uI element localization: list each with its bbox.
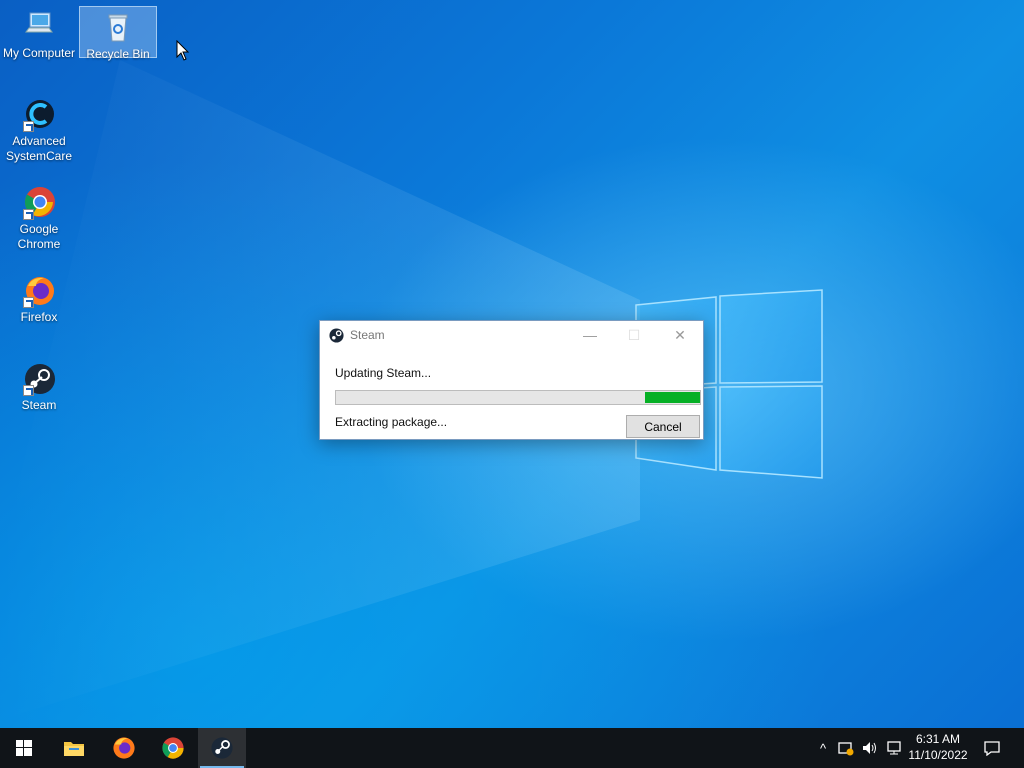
progress-fill (645, 392, 700, 403)
shortcut-arrow-icon (23, 209, 34, 220)
advanced-systemcare-icon (22, 98, 56, 132)
speaker-icon (863, 742, 876, 754)
computer-icon (22, 10, 56, 44)
volume-tray-icon[interactable] (860, 728, 880, 768)
file-explorer-icon (64, 742, 84, 756)
chrome-icon (22, 186, 56, 220)
action-center-icon (984, 741, 1000, 756)
desktop-icon-label: Steam (21, 398, 57, 412)
update-progress-bar (335, 390, 701, 405)
desktop-icon-my-computer[interactable]: My Computer (0, 6, 78, 60)
steam-icon (329, 328, 344, 348)
desktop-icon-label: Advanced SystemCare (5, 134, 73, 163)
firefox-icon (113, 737, 135, 759)
defender-icon (838, 742, 854, 756)
recycle-bin-icon (101, 11, 135, 45)
firefox-icon (22, 274, 56, 308)
network-tray-icon[interactable] (884, 728, 904, 768)
taskbar-file-explorer[interactable] (50, 728, 98, 768)
cancel-button[interactable]: Cancel (626, 415, 700, 438)
taskbar-chrome[interactable] (149, 728, 197, 768)
mouse-cursor-icon (176, 40, 190, 61)
desktop-icon-recycle-bin[interactable]: Recycle Bin (79, 6, 157, 61)
desktop-icon-firefox[interactable]: Firefox (0, 270, 78, 324)
windows-start-icon (16, 740, 32, 756)
close-button[interactable]: ✕ (658, 321, 702, 349)
steam-icon (22, 362, 56, 396)
desktop-icon-label: My Computer (2, 46, 76, 60)
start-button[interactable] (0, 728, 48, 768)
clock-time: 6:31 AM (915, 732, 961, 746)
security-tray-icon[interactable] (836, 728, 856, 768)
steam-icon (211, 737, 233, 759)
steam-update-dialog: Steam — ☐ ✕ Updating Steam... Extracting… (319, 320, 704, 440)
status-text: Updating Steam... (335, 366, 432, 380)
maximize-button: ☐ (627, 327, 641, 343)
shortcut-arrow-icon (23, 121, 34, 132)
shortcut-arrow-icon (23, 385, 34, 396)
clock-date: 11/10/2022 (908, 748, 968, 762)
taskbar-steam[interactable] (198, 728, 246, 768)
detail-text: Extracting package... (335, 415, 448, 429)
dialog-titlebar[interactable]: Steam — ☐ ✕ (320, 321, 703, 349)
network-icon (887, 741, 901, 755)
desktop-icon-label: Google Chrome (17, 222, 61, 251)
shortcut-arrow-icon (23, 297, 34, 308)
taskbar-firefox[interactable] (100, 728, 148, 768)
desktop-icon-label: Firefox (20, 310, 58, 324)
show-hidden-icons-chevron[interactable]: ^ (814, 728, 832, 768)
desktop-icon-advanced-systemcare[interactable]: Advanced SystemCare (0, 94, 78, 163)
taskbar-clock[interactable]: 6:31 AM 11/10/2022 (905, 731, 971, 763)
chrome-icon (162, 737, 184, 759)
taskbar: ^ 6:31 AM 11/10/2022 (0, 728, 1024, 768)
desktop-icon-label: Recycle Bin (86, 47, 150, 61)
desktop-icon-google-chrome[interactable]: Google Chrome (0, 182, 78, 251)
minimize-button[interactable]: — (568, 321, 612, 349)
dialog-title: Steam (350, 328, 385, 342)
notifications-button[interactable] (980, 728, 1004, 768)
desktop-icon-steam[interactable]: Steam (0, 358, 78, 412)
